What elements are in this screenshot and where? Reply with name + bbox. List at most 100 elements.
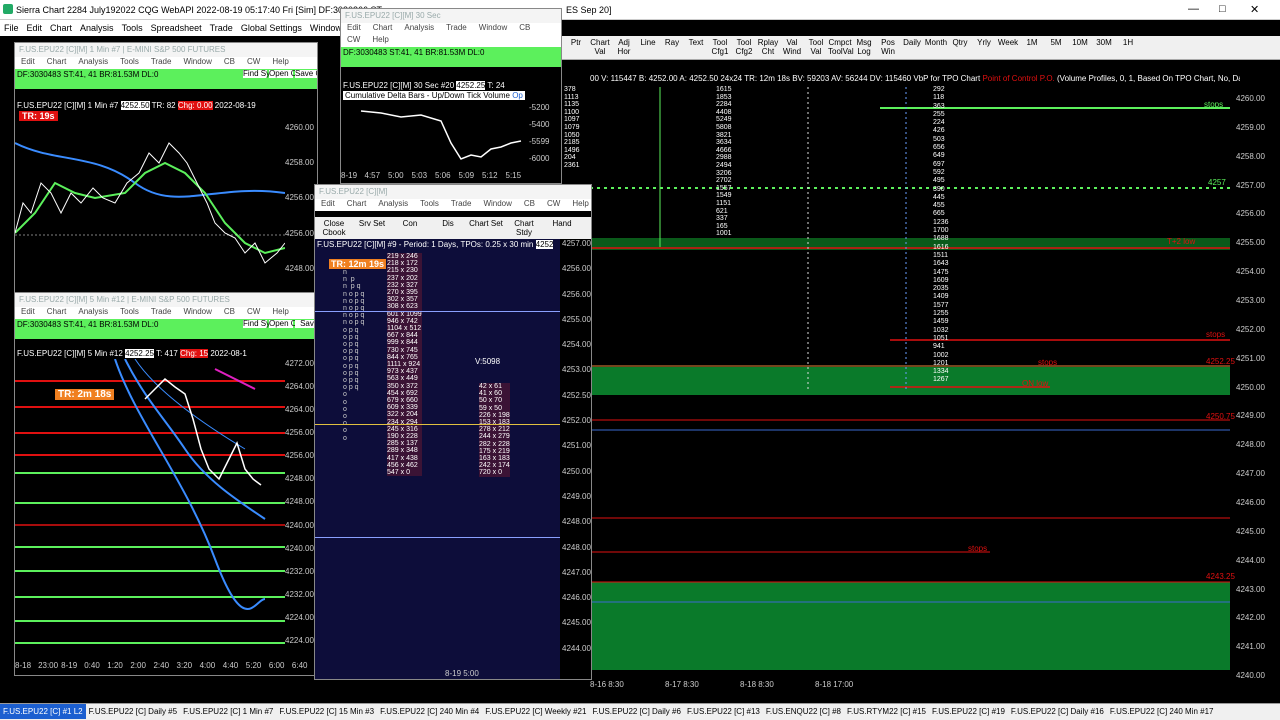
toolbar-button-tool-val[interactable]: Tool Val [804, 38, 828, 56]
toolbar-button-chart-val[interactable]: Chart Val [588, 38, 612, 56]
wtpo-menu-chart[interactable]: Chart [347, 199, 367, 208]
find-symbol-button[interactable]: Find Symb [243, 70, 281, 78]
toolbar-button-week[interactable]: Week [996, 38, 1020, 47]
chart-tab[interactable]: F.US.RTYM22 [C] #15 [844, 704, 929, 719]
chart-tab[interactable]: F.US.EPU22 [C] 15 Min #3 [276, 704, 377, 719]
toolbar-button-ptr[interactable]: Ptr [564, 38, 588, 47]
w30sec-menu-edit[interactable]: Edit [347, 23, 361, 32]
window-30sec[interactable]: F.US.EPU22 [C][M] 30 Sec Edit Chart Analys… [340, 8, 562, 184]
toolbar-button-30m[interactable]: 30M [1092, 38, 1116, 47]
toolbar-button-tool-cfg1[interactable]: Tool Cfg1 [708, 38, 732, 56]
w5min-menu-cw[interactable]: CW [247, 307, 260, 316]
chart-tab[interactable]: F.US.EPU22 [C] Daily #5 [86, 704, 180, 719]
find-symbol-button-5min[interactable]: Find Symb [243, 320, 281, 328]
wtpo-menu-tools[interactable]: Tools [420, 199, 439, 208]
toolbar-button-text[interactable]: Text [684, 38, 708, 47]
w5min-menu-trade[interactable]: Trade [151, 307, 172, 316]
open-chartbook-button-5min[interactable]: Open Cbook [269, 320, 314, 328]
w1min-menu-analysis[interactable]: Analysis [78, 57, 108, 66]
w5min-menu-tools[interactable]: Tools [120, 307, 139, 316]
menu-edit[interactable]: Edit [27, 23, 43, 33]
toolbar-button-rplay-cht[interactable]: Rplay Cht [756, 38, 780, 56]
save-chartbook-button[interactable]: Save Cbook [295, 70, 317, 78]
w1min-menu-help[interactable]: Help [272, 57, 288, 66]
menu-trade[interactable]: Trade [210, 23, 233, 33]
toolbar-button-daily[interactable]: Daily [900, 38, 924, 47]
w1min-menu-tools[interactable]: Tools [120, 57, 139, 66]
toolbar-button-msg-log[interactable]: Msg Log [852, 38, 876, 56]
menu-chart[interactable]: Chart [50, 23, 72, 33]
w1min-menu-trade[interactable]: Trade [151, 57, 172, 66]
toolbar-button-yrly[interactable]: Yrly [972, 38, 996, 47]
tpo-button-dis[interactable]: Dis [431, 219, 465, 228]
menu-global-settings[interactable]: Global Settings [241, 23, 302, 33]
chart-tab[interactable]: F.US.EPU22 [C] 1 Min #7 [180, 704, 276, 719]
w30sec-menu-help[interactable]: Help [372, 35, 388, 44]
wtpo-menu-analysis[interactable]: Analysis [378, 199, 408, 208]
menu-window[interactable]: Window [310, 23, 342, 33]
main-chart[interactable]: 00 V: 115447 B: 4252.00 A: 4252.50 24x24… [564, 72, 1280, 700]
w30sec-menu-cb[interactable]: CB [519, 23, 530, 32]
chart-tab[interactable]: F.US.EPU22 [C] 240 Min #4 [377, 704, 482, 719]
chart-tab[interactable]: F.US.EPU22 [C] Daily #16 [1008, 704, 1107, 719]
chart-tab[interactable]: F.US.EPU22 [C] Daily #6 [589, 704, 683, 719]
toolbar-button-qtry[interactable]: Qtry [948, 38, 972, 47]
tpo-button-hand[interactable]: Hand [545, 219, 579, 228]
w30sec-menu-chart[interactable]: Chart [373, 23, 393, 32]
close-icon[interactable]: ✕ [1250, 3, 1259, 16]
menu-file[interactable]: File [4, 23, 19, 33]
tpo-button-close-cbook[interactable]: Close Cbook [317, 219, 351, 237]
w5min-menu-analysis[interactable]: Analysis [78, 307, 108, 316]
toolbar-button-ray[interactable]: Ray [660, 38, 684, 47]
tpo-button-chart-stdy[interactable]: Chart Stdy [507, 219, 541, 237]
maximize-icon[interactable]: □ [1219, 3, 1226, 15]
chart-tab[interactable]: F.US.EPU22 [C] #13 [684, 704, 763, 719]
wtpo-menu-cb[interactable]: CB [524, 199, 535, 208]
wtpo-menu-trade[interactable]: Trade [451, 199, 472, 208]
w1min-menu-cb[interactable]: CB [224, 57, 235, 66]
tpo-button-con[interactable]: Con [393, 219, 427, 228]
toolbar-button-1h[interactable]: 1H [1116, 38, 1140, 47]
w30sec-menu-window[interactable]: Window [479, 23, 507, 32]
menu-tools[interactable]: Tools [122, 23, 143, 33]
wtpo-menu-help[interactable]: Help [572, 199, 588, 208]
toolbar-button-tool-cfg2[interactable]: Tool Cfg2 [732, 38, 756, 56]
wtpo-menu-edit[interactable]: Edit [321, 199, 335, 208]
w30sec-menu-cw[interactable]: CW [347, 35, 360, 44]
toolbar-button-10m[interactable]: 10M [1068, 38, 1092, 47]
chart-tab[interactable]: F.US.EPU22 [C] #1 L2 [0, 704, 86, 719]
w1min-menu-window[interactable]: Window [183, 57, 211, 66]
window-tpo[interactable]: F.US.EPU22 [C][M] Edit Chart Analysis Tools… [314, 184, 592, 680]
w1min-menu-edit[interactable]: Edit [21, 57, 35, 66]
w5min-menu-cb[interactable]: CB [224, 307, 235, 316]
toolbar-button-val-wind[interactable]: Val Wind [780, 38, 804, 56]
chart-tab[interactable]: F.US.EPU22 [C] 240 Min #17 [1107, 704, 1217, 719]
toolbar-button-cmpct-toolval[interactable]: Cmpct ToolVal [828, 38, 854, 56]
wtpo-menu-window[interactable]: Window [483, 199, 511, 208]
toolbar-button-month[interactable]: Month [924, 38, 948, 47]
open-chartbook-button[interactable]: Open Cbook [269, 70, 314, 78]
menu-analysis[interactable]: Analysis [80, 23, 114, 33]
w30sec-menu-analysis[interactable]: Analysis [404, 23, 434, 32]
w30sec-menu-trade[interactable]: Trade [446, 23, 467, 32]
toolbar-button-adj-hor[interactable]: Adj Hor [612, 38, 636, 56]
window-5min[interactable]: F.US.EPU22 [C][M] 5 Min #12 | E-MINI S&P… [14, 292, 318, 676]
chart-tab[interactable]: F.US.EPU22 [C] Weekly #21 [482, 704, 589, 719]
toolbar-button-5m[interactable]: 5M [1044, 38, 1068, 47]
toolbar-button-1m[interactable]: 1M [1020, 38, 1044, 47]
chart-tab[interactable]: F.US.EPU22 [C] #19 [929, 704, 1008, 719]
toolbar-button-pos-win[interactable]: Pos Win [876, 38, 900, 56]
menu-spreadsheet[interactable]: Spreadsheet [151, 23, 202, 33]
window-1min[interactable]: F.US.EPU22 [C][M] 1 Min #7 | E-MINI S&P … [14, 42, 318, 298]
w5min-menu-chart[interactable]: Chart [47, 307, 67, 316]
w1min-menu-cw[interactable]: CW [247, 57, 260, 66]
w5min-menu-help[interactable]: Help [272, 307, 288, 316]
tpo-button-chart-set[interactable]: Chart Set [469, 219, 503, 228]
w5min-menu-edit[interactable]: Edit [21, 307, 35, 316]
minimize-icon[interactable]: — [1188, 3, 1199, 15]
w1min-menu-chart[interactable]: Chart [47, 57, 67, 66]
chart-tab[interactable]: F.US.ENQU22 [C] #8 [763, 704, 844, 719]
w5min-menu-window[interactable]: Window [183, 307, 211, 316]
toolbar-button-line[interactable]: Line [636, 38, 660, 47]
tpo-button-srv-set[interactable]: Srv Set [355, 219, 389, 228]
